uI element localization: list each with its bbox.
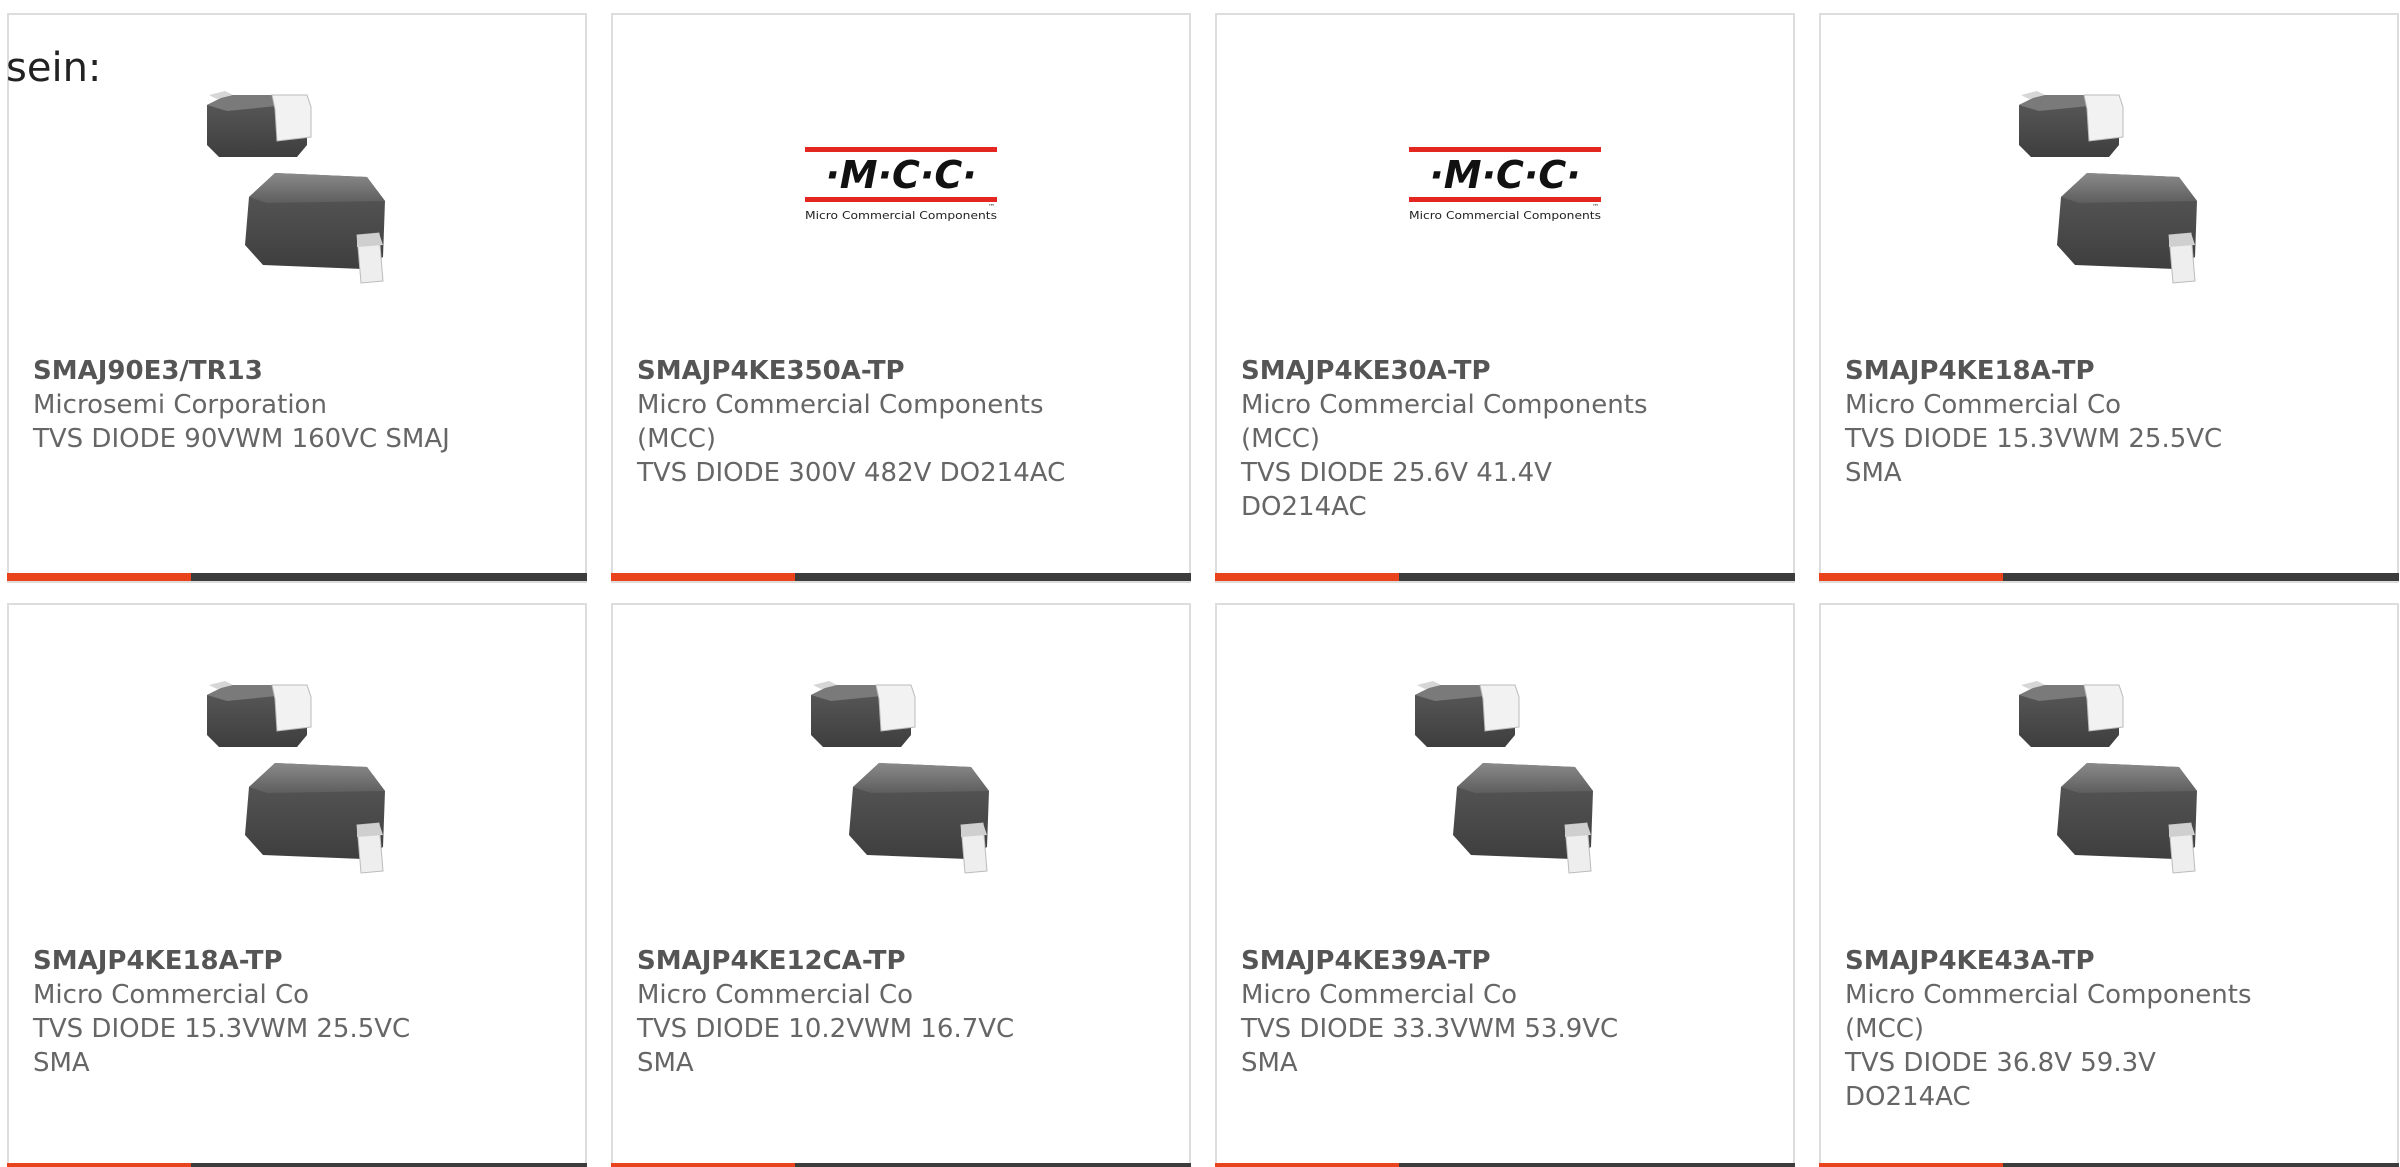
mcc-logo: ·M·C·C·™Micro Commercial Components (805, 147, 997, 222)
product-part-number[interactable]: SMAJP4KE12CA-TP (637, 944, 1077, 978)
product-info: SMAJP4KE18A-TP Micro Commercial Co TVS D… (1845, 354, 2285, 490)
diode-package-icon (811, 681, 989, 874)
card-accent-bar-highlight (7, 573, 191, 581)
product-part-number[interactable]: SMAJP4KE18A-TP (33, 944, 473, 978)
product-grid: SMAJ90E3/TR13 Microsemi Corporation TVS … (7, 13, 2399, 1167)
product-description: TVS DIODE 10.2VWM 16.7VC SMA (637, 1014, 1015, 1078)
product-info: SMAJP4KE43A-TP Micro Commercial Componen… (1845, 944, 2285, 1114)
product-info: SMAJP4KE350A-TP Micro Commercial Compone… (637, 354, 1077, 490)
card-accent-bar-rest (191, 1163, 587, 1167)
product-description: TVS DIODE 25.6V 41.4V DO214AC (1241, 458, 1552, 522)
product-info: SMAJ90E3/TR13 Microsemi Corporation TVS … (33, 354, 473, 456)
diode-package-icon (2019, 91, 2197, 284)
card-accent-bar (611, 1163, 1191, 1167)
product-manufacturer: Micro Commercial Components (MCC) (1241, 390, 1648, 454)
page: sein: SMAJ90E3/TR13 Microsemi Corporatio… (0, 0, 2400, 1167)
product-image[interactable] (2009, 675, 2209, 875)
card-accent-bar (7, 1163, 587, 1167)
mcc-logo-bottom-rule (805, 197, 997, 202)
diode-package-icon (2019, 681, 2197, 874)
product-description: TVS DIODE 15.3VWM 25.5VC SMA (1845, 424, 2223, 488)
intro-text: sein: (6, 45, 102, 91)
product-image[interactable] (801, 675, 1001, 875)
card-accent-bar-highlight (611, 1163, 795, 1167)
card-accent-bar (1215, 573, 1795, 581)
product-card[interactable]: SMAJ90E3/TR13 Microsemi Corporation TVS … (7, 13, 587, 583)
product-manufacturer: Micro Commercial Co (33, 980, 310, 1010)
mcc-logo-letters: ·M·C·C· (1429, 153, 1580, 197)
product-part-number[interactable]: SMAJP4KE350A-TP (637, 354, 1077, 388)
product-card[interactable]: SMAJP4KE18A-TP Micro Commercial Co TVS D… (1819, 13, 2399, 583)
card-accent-bar-highlight (1819, 1163, 2003, 1167)
product-image[interactable] (1405, 675, 1605, 875)
product-card[interactable]: SMAJP4KE18A-TP Micro Commercial Co TVS D… (7, 603, 587, 1167)
card-accent-bar (1215, 1163, 1795, 1167)
mcc-logo: ·M·C·C·™Micro Commercial Components (1409, 147, 1601, 222)
mcc-logo-tagline: Micro Commercial Components (1409, 209, 1601, 222)
product-card[interactable]: ·M·C·C· ™ Micro Commercial Components SMAJ… (611, 13, 1191, 583)
product-image[interactable]: ·M·C·C· ™ Micro Commercial Components (801, 85, 1001, 285)
card-accent-bar-highlight (1215, 1163, 1399, 1167)
product-manufacturer: Micro Commercial Components (MCC) (637, 390, 1044, 454)
product-image[interactable] (2009, 85, 2209, 285)
product-description: TVS DIODE 15.3VWM 25.5VC SMA (33, 1014, 411, 1078)
product-part-number[interactable]: SMAJP4KE30A-TP (1241, 354, 1681, 388)
product-manufacturer: Micro Commercial Co (637, 980, 914, 1010)
card-accent-bar-rest (2003, 1163, 2399, 1167)
product-info: SMAJP4KE18A-TP Micro Commercial Co TVS D… (33, 944, 473, 1080)
card-accent-bar-highlight (7, 1163, 191, 1167)
product-manufacturer: Micro Commercial Co (1845, 390, 2122, 420)
card-accent-bar-rest (795, 1163, 1191, 1167)
product-part-number[interactable]: SMAJ90E3/TR13 (33, 354, 473, 388)
product-manufacturer: Micro Commercial Components (MCC) (1845, 980, 2252, 1044)
mcc-logo-top-rule (805, 147, 997, 152)
product-manufacturer: Micro Commercial Co (1241, 980, 1518, 1010)
product-description: TVS DIODE 36.8V 59.3V DO214AC (1845, 1048, 2156, 1112)
product-description: TVS DIODE 33.3VWM 53.9VC SMA (1241, 1014, 1619, 1078)
product-part-number[interactable]: SMAJP4KE43A-TP (1845, 944, 2285, 978)
mcc-logo-letters: ·M·C·C· (825, 153, 976, 197)
product-info: SMAJP4KE30A-TP Micro Commercial Componen… (1241, 354, 1681, 524)
product-card[interactable]: SMAJP4KE12CA-TP Micro Commercial Co TVS … (611, 603, 1191, 1167)
product-description: TVS DIODE 300V 482V DO214AC (637, 458, 1066, 488)
product-card[interactable]: ·M·C·C· ™ Micro Commercial Components SMAJ… (1215, 13, 1795, 583)
product-part-number[interactable]: SMAJP4KE18A-TP (1845, 354, 2285, 388)
card-accent-bar-highlight (611, 573, 795, 581)
product-info: SMAJP4KE39A-TP Micro Commercial Co TVS D… (1241, 944, 1681, 1080)
card-accent-bar-rest (1399, 1163, 1795, 1167)
card-accent-bar-highlight (1819, 573, 2003, 581)
product-info: SMAJP4KE12CA-TP Micro Commercial Co TVS … (637, 944, 1077, 1080)
card-accent-bar-highlight (1215, 573, 1399, 581)
diode-package-icon (207, 681, 385, 874)
card-accent-bar-rest (191, 573, 587, 581)
product-image[interactable]: ·M·C·C· ™ Micro Commercial Components (1405, 85, 1605, 285)
product-image[interactable] (197, 675, 397, 875)
product-description: TVS DIODE 90VWM 160VC SMAJ (33, 424, 450, 454)
card-accent-bar-rest (1399, 573, 1795, 581)
product-manufacturer: Microsemi Corporation (33, 390, 327, 420)
card-accent-bar (7, 573, 587, 581)
card-accent-bar-rest (795, 573, 1191, 581)
product-card[interactable]: SMAJP4KE39A-TP Micro Commercial Co TVS D… (1215, 603, 1795, 1167)
card-accent-bar-rest (2003, 573, 2399, 581)
diode-package-icon (207, 91, 385, 284)
card-accent-bar (1819, 573, 2399, 581)
product-card[interactable]: SMAJP4KE43A-TP Micro Commercial Componen… (1819, 603, 2399, 1167)
mcc-logo-bottom-rule (1409, 197, 1601, 202)
product-image[interactable] (197, 85, 397, 285)
card-accent-bar (611, 573, 1191, 581)
product-part-number[interactable]: SMAJP4KE39A-TP (1241, 944, 1681, 978)
diode-package-icon (1415, 681, 1593, 874)
card-accent-bar (1819, 1163, 2399, 1167)
mcc-logo-top-rule (1409, 147, 1601, 152)
mcc-logo-tagline: Micro Commercial Components (805, 209, 997, 222)
